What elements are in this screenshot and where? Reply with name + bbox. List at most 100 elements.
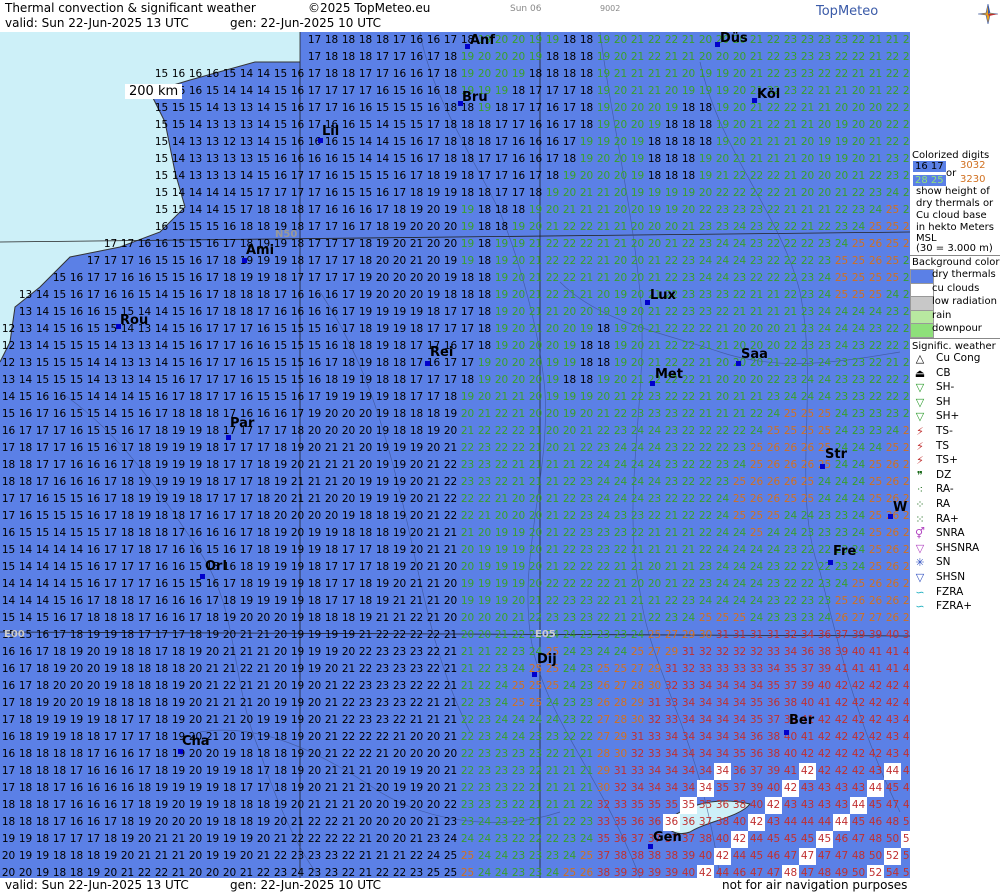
grid-value: 22	[511, 782, 526, 794]
grid-value: 21	[647, 272, 662, 284]
grid-value: 20	[273, 493, 288, 505]
grid-value: 15	[392, 153, 407, 165]
grid-value: 17	[137, 612, 152, 624]
grid-value: 18	[205, 408, 220, 420]
grid-value: 14	[222, 85, 237, 97]
grid-value: 14	[120, 391, 135, 403]
grid-value: 22	[885, 119, 900, 131]
grid-value: 24	[749, 612, 764, 624]
grid-value: 22	[596, 561, 611, 573]
grid-value: 18	[392, 408, 407, 420]
grid-value: 12	[1, 357, 16, 369]
grid-value: 21	[851, 68, 866, 80]
grid-value: 23	[307, 850, 322, 862]
grid-value: 20	[358, 799, 373, 811]
grid-value: 19	[664, 204, 679, 216]
grid-value: 22	[698, 493, 713, 505]
grid-value: 26	[834, 612, 849, 624]
grid-value: 22	[324, 816, 339, 828]
grid-value: 22	[783, 289, 798, 301]
grid-value: 18	[307, 612, 322, 624]
grid-value: 41	[902, 646, 910, 658]
grid-value: 19	[256, 272, 271, 284]
grid-value: 23	[613, 629, 628, 641]
legend-desc-2: dry thermals or	[916, 198, 994, 209]
grid-value: 21	[443, 527, 458, 539]
grid-value: 34	[698, 697, 713, 709]
legend-bg-label: rain	[932, 309, 952, 321]
grid-value: 19	[392, 544, 407, 556]
grid-value: 23	[800, 340, 815, 352]
grid-value: 19	[35, 867, 50, 878]
grid-value: 17	[341, 561, 356, 573]
grid-value: 24	[715, 578, 730, 590]
grid-value: 16	[273, 306, 288, 318]
grid-value: 19	[290, 646, 305, 658]
legend-wx-label: RA-	[936, 483, 954, 496]
grid-value: 42	[851, 714, 866, 726]
grid-value: 18	[307, 578, 322, 590]
grid-value: 42	[851, 765, 866, 777]
grid-value: 16	[18, 510, 33, 522]
grid-value: 19	[392, 459, 407, 471]
grid-value: 20	[630, 204, 645, 216]
map-canvas[interactable]: 17 18 18 18 18 17 16 16 17 18 19 20 20 19 19 18 18 19 20 21…	[0, 32, 910, 878]
grid-value: 23	[834, 527, 849, 539]
grid-value: 29	[596, 765, 611, 777]
grid-value: 19	[375, 340, 390, 352]
grid-value: 18	[120, 510, 135, 522]
grid-value: 24	[647, 476, 662, 488]
grid-value: 27	[664, 629, 679, 641]
grid-value: 40	[817, 680, 832, 692]
grid-value: 17	[120, 578, 135, 590]
grid-value: 23	[902, 391, 910, 403]
grid-value: 17	[307, 238, 322, 250]
grid-value: 15	[171, 102, 186, 114]
grid-value: 18	[273, 272, 288, 284]
grid-value: 34	[681, 765, 696, 777]
city-dus: Düs	[720, 32, 748, 46]
grid-value: 18	[256, 510, 271, 522]
grid-value: 20	[494, 510, 509, 522]
grid-value: 34	[698, 714, 713, 726]
grid-value: 24	[749, 425, 764, 437]
grid-value: 24	[596, 476, 611, 488]
grid-value: 27	[868, 612, 883, 624]
grid-value: 21	[749, 34, 764, 46]
grid-value: 23	[579, 493, 594, 505]
grid-value: 17	[52, 629, 67, 641]
grid-value: 20	[613, 34, 628, 46]
grid-value: 20	[18, 867, 33, 878]
grid-value: 18	[579, 85, 594, 97]
grid-value: 16	[307, 357, 322, 369]
grid-value: 19	[188, 459, 203, 471]
grid-value: 21	[783, 204, 798, 216]
grid-value: 24	[511, 714, 526, 726]
grid-value: 19	[52, 731, 67, 743]
grid-value: 24	[579, 833, 594, 845]
grid-value: 13	[205, 136, 220, 148]
grid-value: 24	[902, 255, 910, 267]
grid-value: 18	[375, 561, 390, 573]
grid-value: 14	[69, 544, 84, 556]
grid-value: 20	[613, 102, 628, 114]
grid-label-e05: E05	[535, 629, 556, 640]
grid-value: 44	[902, 731, 910, 743]
grid-value: 20	[528, 221, 543, 233]
grid-value: 22	[409, 629, 424, 641]
grid-value: 17	[137, 765, 152, 777]
grid-value: 23	[766, 595, 781, 607]
grid-value: 24	[749, 595, 764, 607]
grid-value: 13	[222, 170, 237, 182]
grid-value: 17	[137, 425, 152, 437]
grid-value: 16	[69, 442, 84, 454]
grid-value: 22	[477, 493, 492, 505]
grid-value: 17	[137, 748, 152, 760]
grid-value: 17	[511, 102, 526, 114]
grid-value: 19	[375, 442, 390, 454]
grid-value: 17	[120, 799, 135, 811]
grid-value: 24	[766, 527, 781, 539]
grid-value: 21	[528, 782, 543, 794]
grid-value: 21	[477, 408, 492, 420]
grid-value: 22	[868, 340, 883, 352]
